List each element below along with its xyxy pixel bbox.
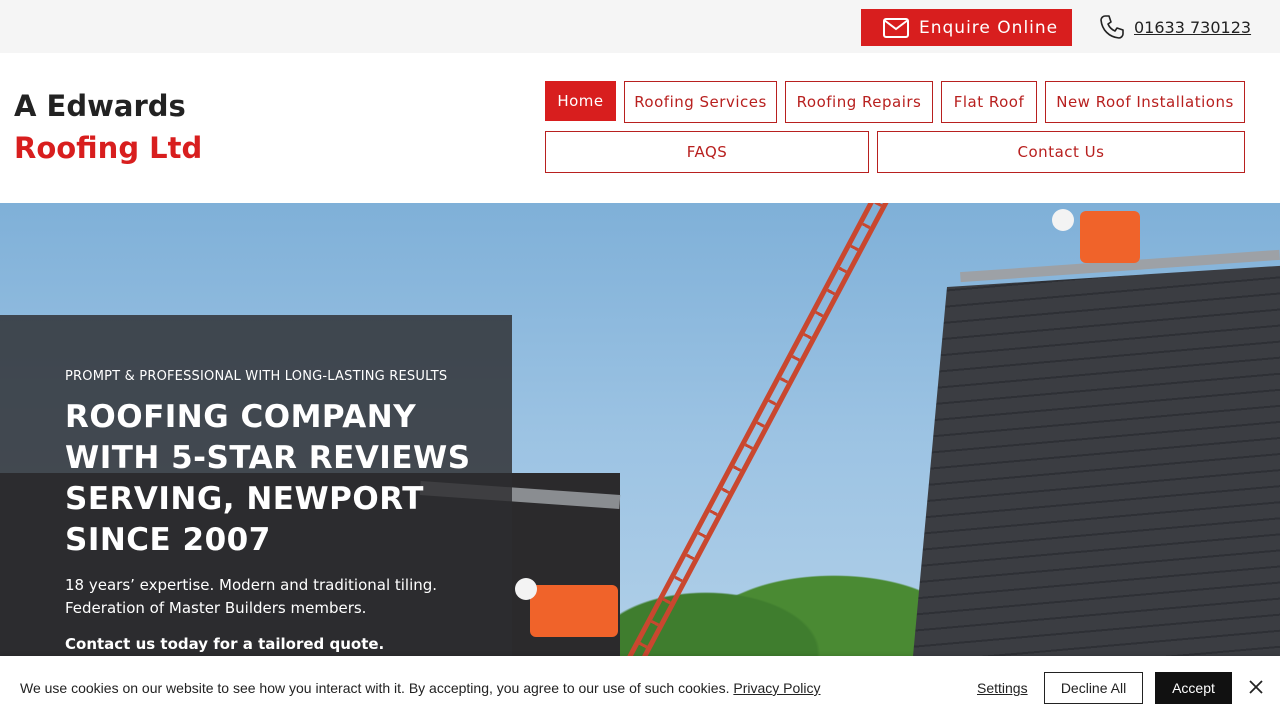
enquire-online-button[interactable]: Enquire Online <box>861 9 1072 46</box>
hero-banner: PROMPT & PROFESSIONAL WITH LONG-LASTING … <box>0 203 1280 720</box>
nav-roofing-repairs[interactable]: Roofing Repairs <box>785 81 933 123</box>
nav-new-roof-installations[interactable]: New Roof Installations <box>1045 81 1245 123</box>
nav-flat-roof[interactable]: Flat Roof <box>941 81 1037 123</box>
hero-roof <box>905 263 1280 720</box>
hero-worker-bottom <box>530 585 618 637</box>
accept-button[interactable]: Accept <box>1155 672 1232 704</box>
nav-faqs[interactable]: FAQS <box>545 131 869 173</box>
close-icon[interactable] <box>1246 677 1266 697</box>
cookie-message-text: We use cookies on our website to see how… <box>20 680 734 696</box>
nav-contact-us[interactable]: Contact Us <box>877 131 1245 173</box>
top-bar: Enquire Online 01633 730123 <box>0 0 1280 53</box>
site-header: A Edwards Roofing Ltd Home Roofing Servi… <box>0 53 1280 203</box>
enquire-online-label: Enquire Online <box>919 17 1059 38</box>
phone-number-link[interactable]: 01633 730123 <box>1134 18 1251 37</box>
privacy-policy-link[interactable]: Privacy Policy <box>733 680 820 696</box>
nav-home[interactable]: Home <box>545 81 616 121</box>
hero-cta: Contact us today for a tailored quote. <box>65 635 385 653</box>
cookie-settings-link[interactable]: Settings <box>977 680 1028 696</box>
phone-contact: 01633 730123 <box>1098 12 1251 42</box>
envelope-icon <box>883 17 909 38</box>
hero-subtitle: 18 years’ expertise. Modern and traditio… <box>65 576 438 617</box>
phone-icon <box>1100 15 1124 39</box>
cookie-message: We use cookies on our website to see how… <box>20 680 821 696</box>
hero-kicker: PROMPT & PROFESSIONAL WITH LONG-LASTING … <box>65 369 448 384</box>
decline-all-button[interactable]: Decline All <box>1044 672 1143 704</box>
nav-roofing-services[interactable]: Roofing Services <box>624 81 777 123</box>
site-logo[interactable]: A Edwards Roofing Ltd <box>14 85 202 169</box>
hero-worker-bottom-helmet <box>515 578 537 600</box>
cookie-banner: We use cookies on our website to see how… <box>0 656 1280 720</box>
hero-worker-top-helmet <box>1052 209 1074 231</box>
hero-title: ROOFING COMPANY WITH 5-STAR REVIEWS SERV… <box>65 399 471 558</box>
logo-line-2: Roofing Ltd <box>14 131 203 165</box>
hero-worker-top <box>1080 211 1140 263</box>
logo-line-1: A Edwards <box>14 89 186 123</box>
